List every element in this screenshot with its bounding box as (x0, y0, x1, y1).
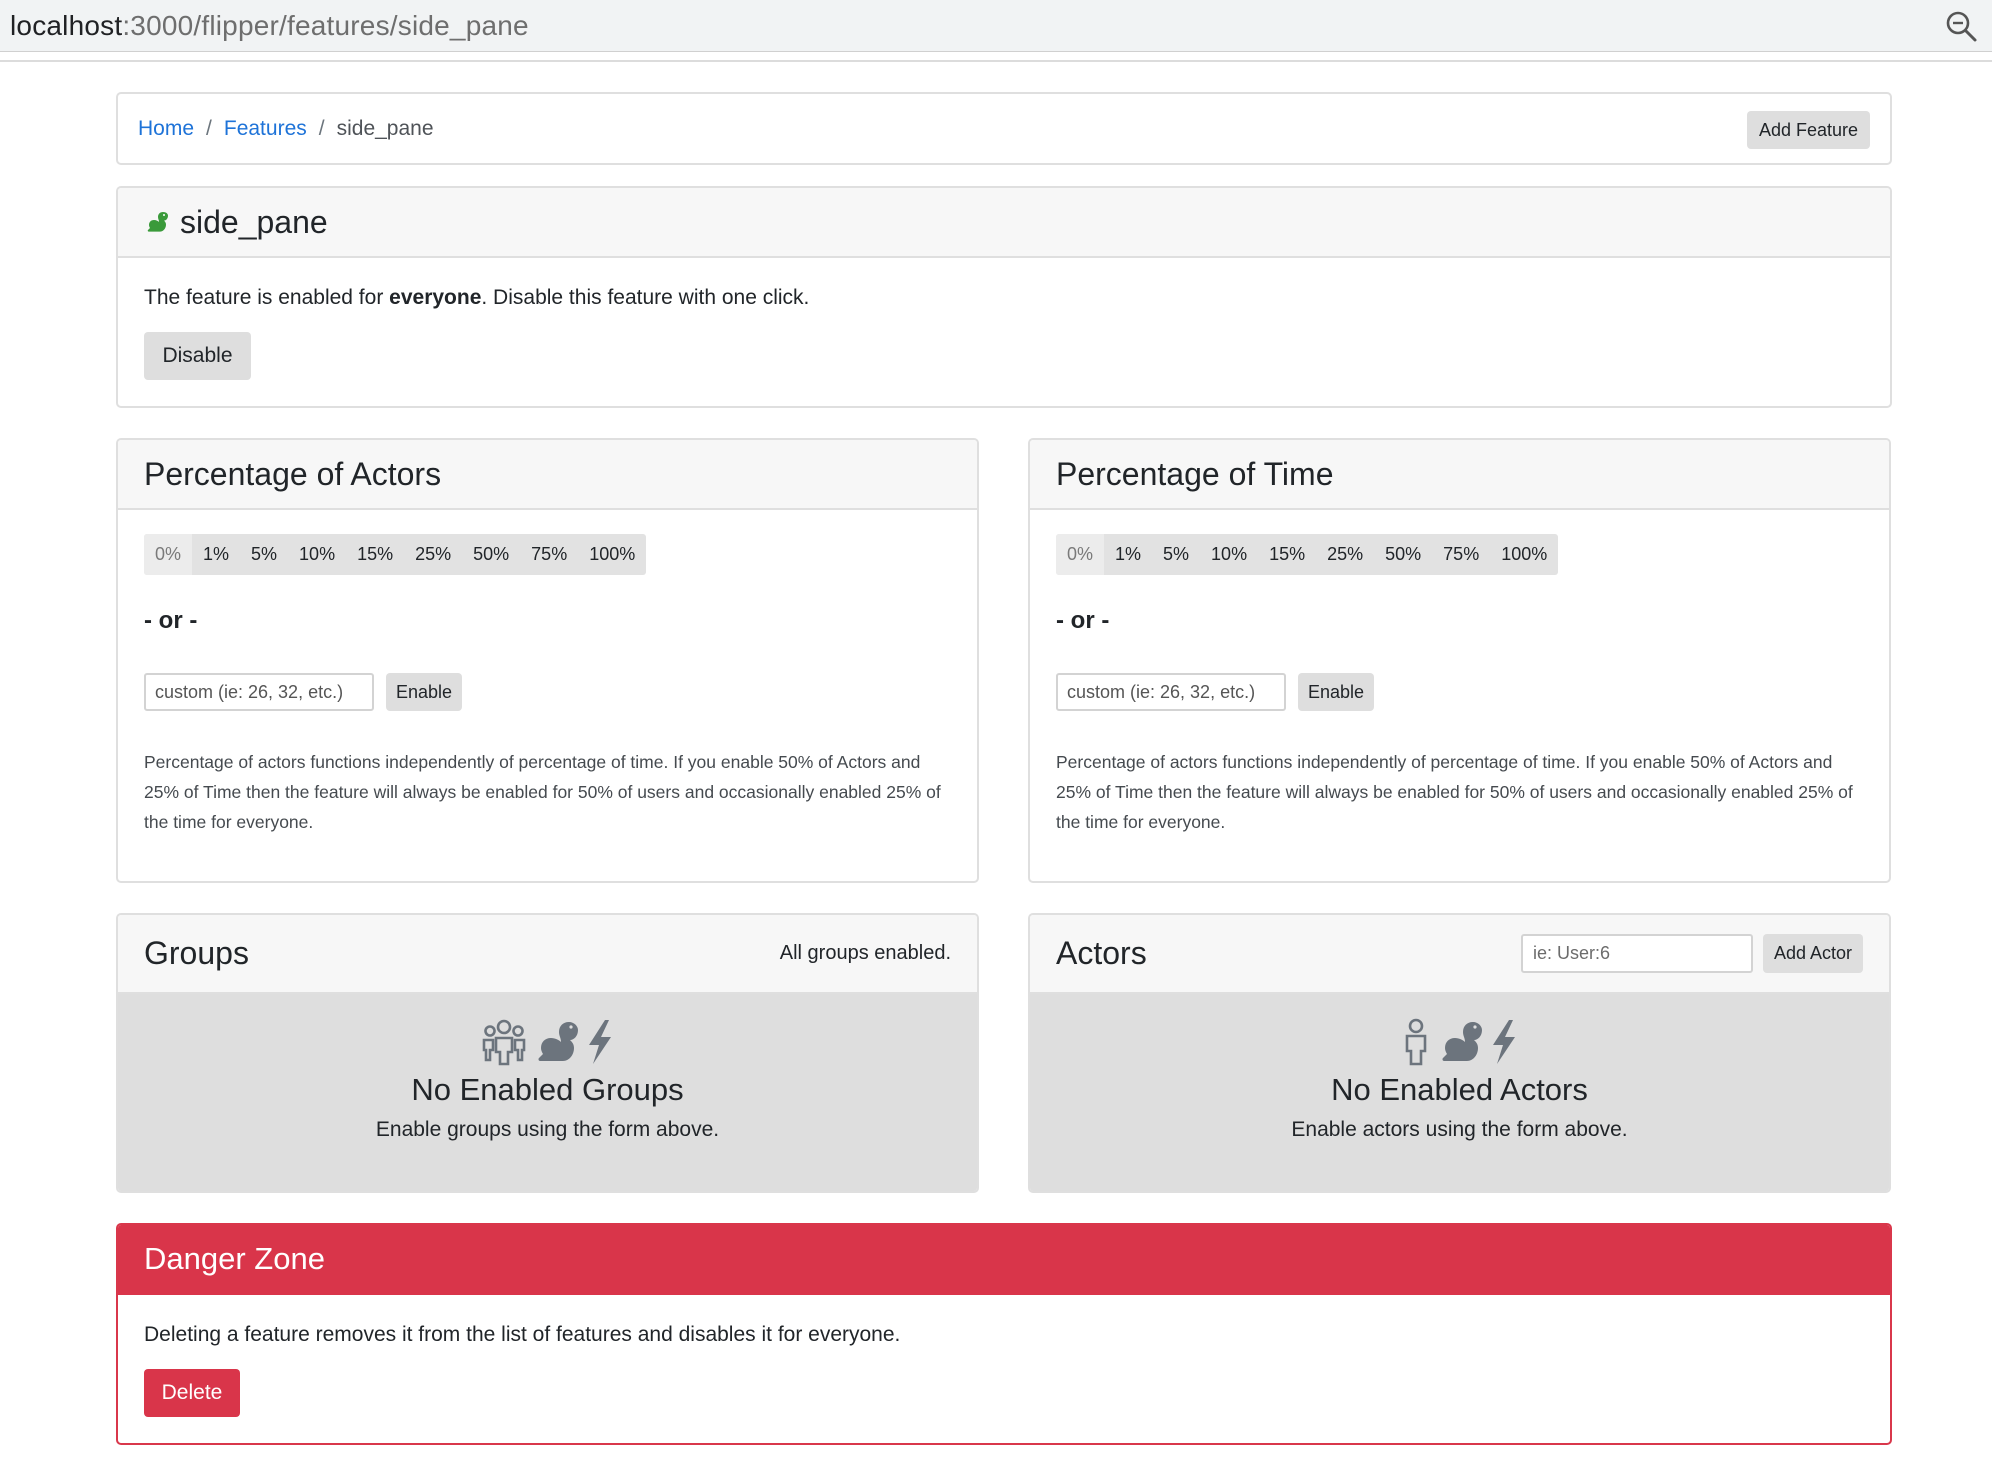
address-bar[interactable]: localhost:3000/flipper/features/side_pan… (0, 0, 1992, 52)
custom-percentage-actors-input[interactable] (144, 673, 374, 711)
delete-feature-button[interactable]: Delete (144, 1369, 240, 1417)
enable-percentage-time-button[interactable]: Enable (1298, 673, 1375, 711)
breadcrumb-features-link[interactable]: Features (224, 117, 307, 141)
danger-zone-card: Danger Zone Deleting a feature removes i… (116, 1223, 1892, 1445)
groups-header: Groups All groups enabled. (118, 915, 977, 994)
feature-status-text: The feature is enabled for everyone. Dis… (144, 284, 1864, 312)
percentage-actors-header: Percentage of Actors (118, 440, 977, 510)
breadcrumb-card: Home / Features / side_pane Add Feature (116, 92, 1892, 165)
pct-actors-option-10[interactable]: 10% (288, 534, 346, 575)
pct-actors-option-5[interactable]: 5% (240, 534, 288, 575)
pct-time-option-25[interactable]: 25% (1316, 534, 1374, 575)
pct-actors-option-0[interactable]: 0% (144, 534, 193, 575)
pct-actors-option-1[interactable]: 1% (192, 534, 240, 575)
breadcrumb-current: side_pane (336, 116, 434, 140)
groups-empty-state: No Enabled Groups Enable groups using th… (118, 994, 977, 1191)
percentage-time-header: Percentage of Time (1030, 440, 1889, 510)
pct-time-option-50[interactable]: 50% (1374, 534, 1432, 575)
groups-status: All groups enabled. (779, 942, 951, 964)
pct-time-option-10[interactable]: 10% (1200, 534, 1258, 575)
pct-time-option-0[interactable]: 0% (1056, 534, 1105, 575)
feature-header: side_pane (118, 188, 1890, 258)
bolt-icon (588, 1020, 611, 1064)
pct-actors-option-50[interactable]: 50% (462, 534, 520, 575)
pct-time-option-100[interactable]: 100% (1490, 534, 1558, 575)
bolt-icon (1492, 1020, 1515, 1064)
breadcrumb: Home / Features / side_pane (138, 117, 434, 141)
percentage-time-note: Percentage of actors functions independe… (1056, 752, 1853, 832)
address-bar-divider (0, 60, 1992, 62)
squirrel-icon (538, 1022, 578, 1061)
or-divider: - or - (144, 607, 198, 634)
zoom-icon[interactable] (1944, 9, 1978, 43)
feature-status-suffix: . Disable this feature with one click. (481, 286, 810, 309)
url-path: :3000/flipper/features/side_pane (122, 9, 529, 41)
groups-empty-subtext: Enable groups using the form above. (375, 1118, 720, 1141)
or-divider: - or - (1056, 607, 1110, 634)
actors-card: Actors Add Actor No Enabled Actors Enabl… (1028, 913, 1891, 1193)
feature-status-prefix: The feature is enabled for (144, 286, 390, 309)
groups-card: Groups All groups enabled. No Enabled Gr… (116, 913, 979, 1193)
actors-empty-state: No Enabled Actors Enable actors using th… (1030, 994, 1889, 1191)
groups-title: Groups (144, 935, 249, 971)
custom-percentage-time-input[interactable] (1056, 673, 1286, 711)
url-host: localhost (10, 9, 123, 41)
enable-percentage-actors-button[interactable]: Enable (386, 673, 463, 711)
add-actor-button[interactable]: Add Actor (1762, 934, 1863, 973)
breadcrumb-home-link[interactable]: Home (138, 117, 194, 141)
groups-empty-heading: No Enabled Groups (411, 1072, 684, 1107)
squirrel-icon (147, 212, 168, 232)
custom-percentage-form: Enable (1056, 673, 1863, 711)
actor-input[interactable] (1520, 934, 1753, 973)
danger-zone-header: Danger Zone (118, 1225, 1890, 1295)
percentage-time-card: Percentage of Time 0% 1% 5% 10% 15% 25% … (1028, 438, 1891, 883)
actors-header: Actors Add Actor (1030, 915, 1889, 994)
add-actor-form: Add Actor (1520, 934, 1863, 973)
percentage-time-options: 0% 1% 5% 10% 15% 25% 50% 75% 100% (1056, 534, 1559, 575)
percentage-actors-body: 0% 1% 5% 10% 15% 25% 50% 75% 100% - or -… (118, 510, 977, 861)
pct-actors-option-100[interactable]: 100% (578, 534, 646, 575)
feature-card: side_pane The feature is enabled for eve… (116, 186, 1892, 408)
actors-title: Actors (1056, 935, 1147, 971)
percentage-actors-card: Percentage of Actors 0% 1% 5% 10% 15% 25… (116, 438, 979, 883)
user-icon (1405, 1018, 1426, 1066)
pct-actors-option-15[interactable]: 15% (346, 534, 404, 575)
actors-empty-subtext: Enable actors using the form above. (1291, 1118, 1628, 1141)
groups-empty-icons (481, 1018, 615, 1066)
pct-time-option-75[interactable]: 75% (1432, 534, 1490, 575)
add-feature-button[interactable]: Add Feature (1746, 111, 1870, 149)
squirrel-icon (1442, 1022, 1482, 1061)
disable-button[interactable]: Disable (144, 332, 251, 380)
feature-status-bold: everyone (389, 286, 482, 309)
pct-actors-option-75[interactable]: 75% (520, 534, 578, 575)
feature-title: side_pane (144, 204, 328, 241)
breadcrumb-separator: / (318, 116, 325, 140)
percentage-time-body: 0% 1% 5% 10% 15% 25% 50% 75% 100% - or -… (1030, 510, 1889, 861)
pct-time-option-15[interactable]: 15% (1258, 534, 1316, 575)
url-text[interactable]: localhost:3000/flipper/features/side_pan… (10, 10, 529, 42)
actors-empty-heading: No Enabled Actors (1331, 1072, 1588, 1107)
actors-empty-icons (1401, 1018, 1519, 1066)
percentage-actors-options: 0% 1% 5% 10% 15% 25% 50% 75% 100% (144, 534, 647, 575)
danger-zone-title: Danger Zone (144, 1241, 325, 1276)
percentage-actors-title: Percentage of Actors (144, 455, 442, 492)
percentage-actors-note: Percentage of actors functions independe… (144, 752, 941, 832)
pct-time-option-5[interactable]: 5% (1152, 534, 1200, 575)
danger-zone-body: Deleting a feature removes it from the l… (118, 1295, 1890, 1443)
percentage-time-title: Percentage of Time (1056, 455, 1334, 492)
feature-name: side_pane (180, 203, 328, 240)
users-icon (482, 1019, 525, 1066)
danger-zone-text: Deleting a feature removes it from the l… (144, 1323, 901, 1346)
breadcrumb-separator: / (206, 116, 212, 140)
custom-percentage-form: Enable (144, 673, 951, 711)
pct-time-option-1[interactable]: 1% (1104, 534, 1152, 575)
feature-body: The feature is enabled for everyone. Dis… (118, 258, 1890, 406)
pct-actors-option-25[interactable]: 25% (404, 534, 462, 575)
